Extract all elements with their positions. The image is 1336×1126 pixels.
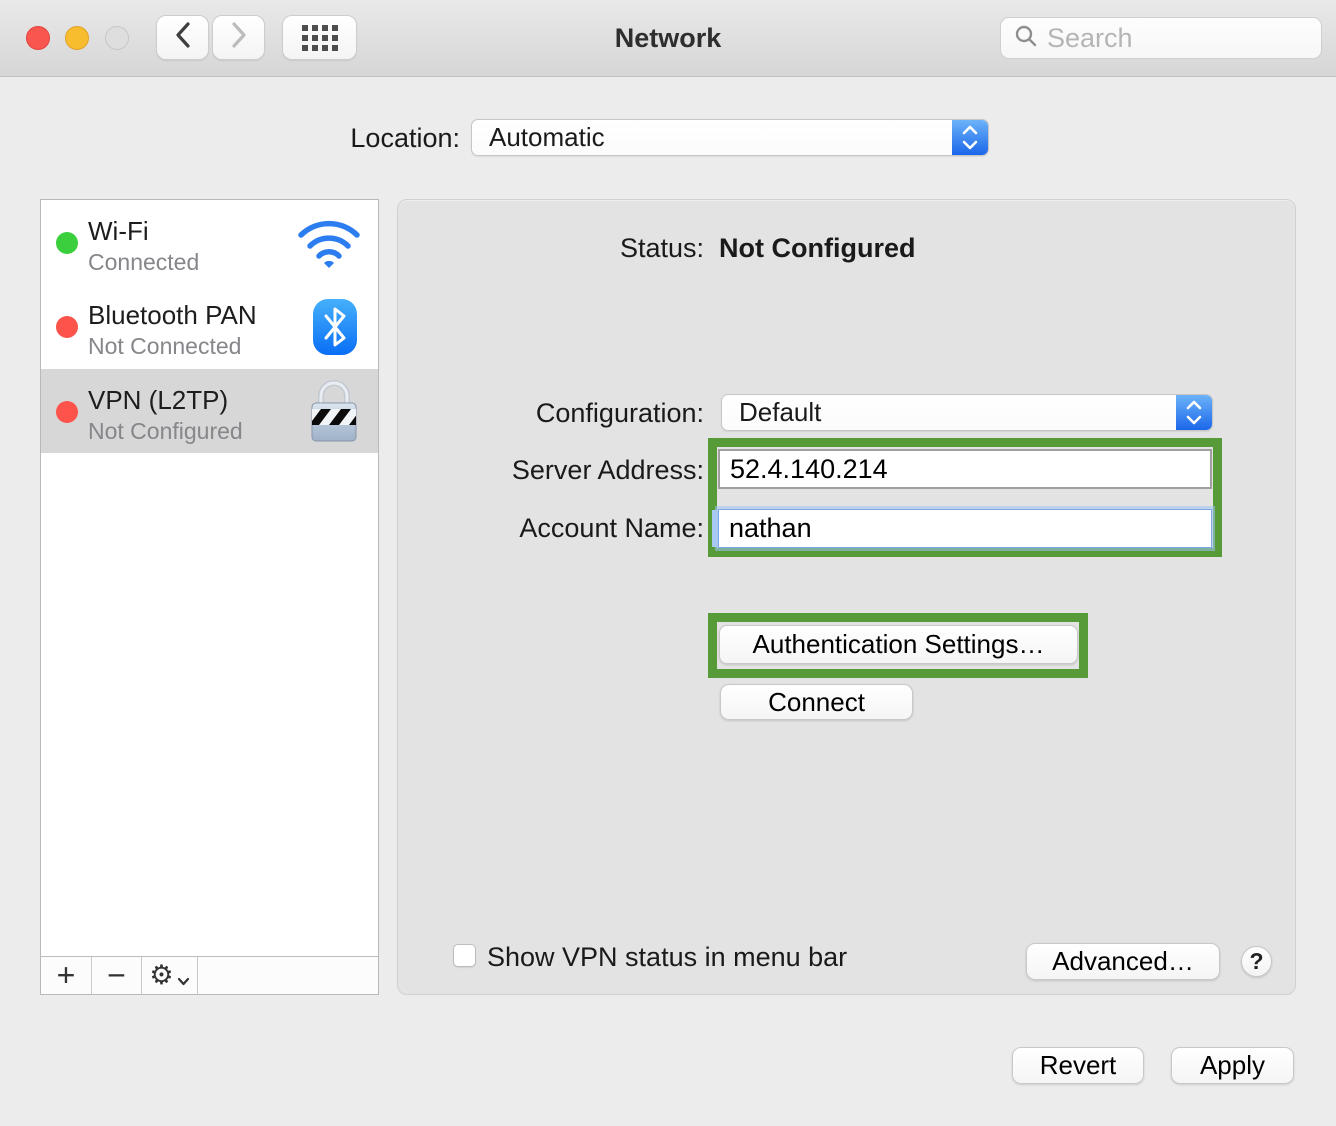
service-name: Bluetooth PAN: [88, 300, 257, 331]
sidebar-item-wifi[interactable]: Wi-Fi Connected: [41, 200, 378, 284]
highlight-box-fields: [708, 438, 1222, 557]
minimize-button[interactable]: [65, 26, 89, 50]
server-address-input[interactable]: [718, 449, 1212, 489]
advanced-button[interactable]: Advanced…: [1026, 943, 1220, 980]
location-label: Location:: [350, 123, 460, 154]
bluetooth-icon: [313, 299, 357, 360]
search-input[interactable]: [1047, 23, 1297, 54]
forward-button[interactable]: [212, 15, 265, 60]
help-button[interactable]: ?: [1241, 946, 1272, 977]
back-button[interactable]: [156, 15, 209, 60]
sidebar-item-bluetooth-pan[interactable]: Bluetooth PAN Not Connected: [41, 284, 378, 368]
status-dot: [56, 401, 78, 423]
remove-service-button[interactable]: −: [92, 957, 142, 994]
vpn-settings-panel: Status: Not Configured Configuration: De…: [397, 199, 1296, 995]
services-sidebar: Wi-Fi Connected Bluetooth PAN Not Connec…: [40, 199, 379, 995]
service-status: Not Configured: [88, 418, 243, 445]
sidebar-item-vpn-l2tp[interactable]: VPN (L2TP) Not Configured: [41, 369, 378, 453]
configuration-dropdown[interactable]: Default: [721, 394, 1213, 431]
show-vpn-status-checkbox[interactable]: [453, 944, 476, 967]
show-vpn-status-label: Show VPN status in menu bar: [487, 942, 847, 973]
location-value: Automatic: [472, 122, 952, 153]
server-address-label: Server Address:: [512, 455, 704, 486]
chevron-down-icon: [177, 957, 190, 994]
chevron-right-icon: [230, 21, 248, 54]
revert-button[interactable]: Revert: [1012, 1047, 1144, 1084]
status-value: Not Configured: [719, 233, 915, 264]
search-icon: [1014, 24, 1038, 53]
close-button[interactable]: [26, 26, 50, 50]
sidebar-toolbar: + − ⚙: [41, 956, 378, 994]
stepper-icon: [1176, 395, 1212, 430]
authentication-settings-button[interactable]: Authentication Settings…: [719, 625, 1078, 664]
configuration-value: Default: [722, 397, 1176, 428]
service-status: Connected: [88, 249, 199, 276]
service-name: Wi-Fi: [88, 216, 149, 247]
search-field[interactable]: [1000, 17, 1322, 59]
account-name-input[interactable]: [718, 509, 1212, 548]
show-all-button[interactable]: [282, 15, 357, 60]
stepper-icon: [952, 120, 988, 155]
service-name: VPN (L2TP): [88, 385, 228, 416]
titlebar: Network: [0, 0, 1336, 77]
chevron-left-icon: [174, 21, 192, 54]
connect-button[interactable]: Connect: [720, 684, 913, 720]
status-label: Status:: [620, 233, 704, 264]
service-status: Not Connected: [88, 333, 241, 360]
grid-icon: [302, 25, 338, 51]
apply-button[interactable]: Apply: [1171, 1047, 1294, 1084]
gear-icon: ⚙: [149, 960, 173, 991]
status-dot: [56, 232, 78, 254]
service-actions-button[interactable]: ⚙: [142, 957, 198, 994]
configuration-label: Configuration:: [536, 398, 704, 429]
lock-icon: [307, 379, 361, 448]
location-dropdown[interactable]: Automatic: [471, 119, 989, 156]
account-name-label: Account Name:: [519, 513, 704, 544]
status-dot: [56, 316, 78, 338]
wifi-icon: [294, 215, 364, 274]
zoom-button: [105, 26, 129, 50]
highlight-box-auth-button: Authentication Settings…: [708, 613, 1088, 678]
add-service-button[interactable]: +: [41, 957, 92, 994]
